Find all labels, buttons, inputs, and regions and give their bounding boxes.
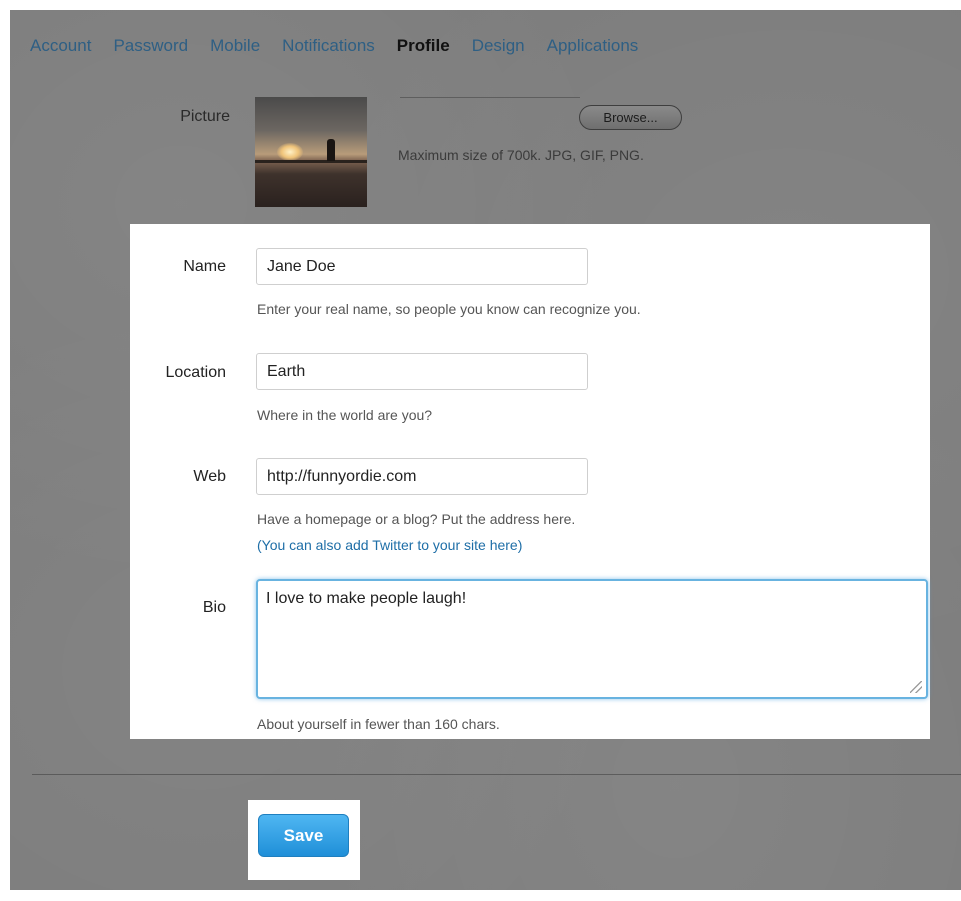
- tab-profile[interactable]: Profile: [397, 36, 450, 60]
- save-area: Save: [248, 800, 360, 880]
- tab-account[interactable]: Account: [30, 36, 91, 60]
- resize-grip-icon[interactable]: [910, 681, 922, 693]
- web-label: Web: [193, 468, 226, 485]
- bio-hint: About yourself in fewer than 160 chars.: [257, 716, 500, 732]
- save-button[interactable]: Save: [258, 814, 349, 857]
- name-hint: Enter your real name, so people you know…: [257, 301, 641, 317]
- web-hint: Have a homepage or a blog? Put the addre…: [257, 511, 576, 527]
- profile-form: Name Jane Doe Enter your real name, so p…: [130, 224, 930, 739]
- pier-rail: [255, 160, 367, 163]
- silhouette: [327, 139, 335, 161]
- picture-label: Picture: [180, 108, 230, 125]
- tab-applications[interactable]: Applications: [547, 36, 639, 60]
- location-field[interactable]: Earth: [256, 353, 588, 390]
- tab-design[interactable]: Design: [472, 36, 525, 60]
- web-field[interactable]: http://funnyordie.com: [256, 458, 588, 495]
- tab-mobile[interactable]: Mobile: [210, 36, 260, 60]
- location-hint: Where in the world are you?: [257, 407, 433, 423]
- location-label: Location: [165, 364, 227, 381]
- sunset-sun: [277, 143, 303, 161]
- settings-tabs: Account Password Mobile Notifications Pr…: [30, 36, 660, 60]
- divider: [32, 774, 961, 775]
- twitter-site-link[interactable]: (You can also add Twitter to your site h…: [257, 537, 522, 553]
- file-path-field[interactable]: [400, 97, 580, 101]
- picture-hint: Maximum size of 700k. JPG, GIF, PNG.: [398, 147, 644, 163]
- profile-picture: [255, 97, 367, 207]
- name-field[interactable]: Jane Doe: [256, 248, 588, 285]
- tab-notifications[interactable]: Notifications: [282, 36, 375, 60]
- bio-textarea[interactable]: I love to make people laugh!: [256, 579, 928, 699]
- tab-password[interactable]: Password: [113, 36, 188, 60]
- bio-label: Bio: [202, 599, 226, 616]
- bio-text: I love to make people laugh!: [266, 590, 467, 607]
- settings-page: Account Password Mobile Notifications Pr…: [10, 10, 961, 890]
- name-label: Name: [183, 258, 226, 275]
- browse-button[interactable]: Browse...: [579, 105, 682, 130]
